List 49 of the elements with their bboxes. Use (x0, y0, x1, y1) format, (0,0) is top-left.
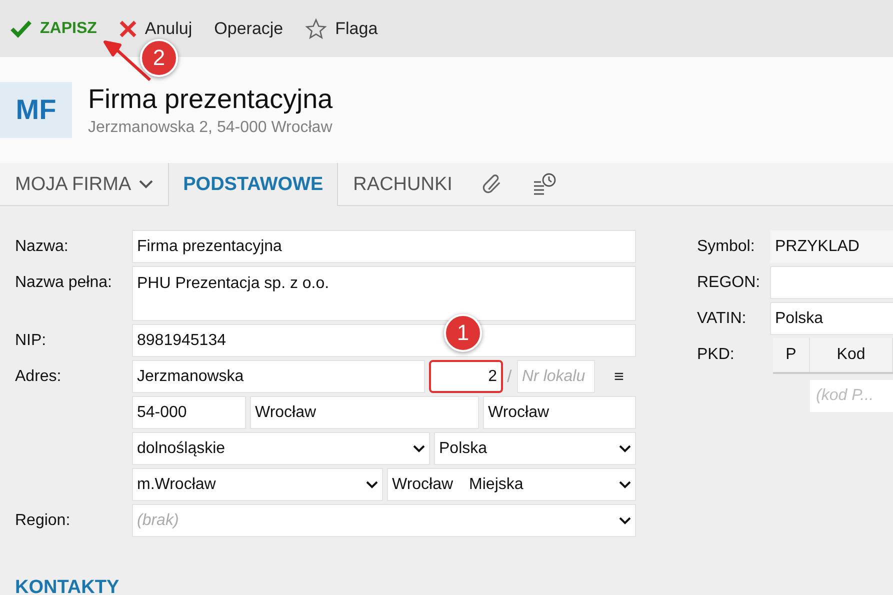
flag-button[interactable]: Flaga (305, 18, 378, 40)
input-field[interactable]: 2 (429, 360, 503, 393)
company-title: Firma prezentacyjna (88, 84, 333, 114)
chevron-down-icon[interactable] (619, 480, 631, 488)
select-field[interactable]: Wrocław Miejska (387, 468, 636, 501)
input-field[interactable]: 54-000 (132, 396, 246, 429)
input-field[interactable]: Firma prezentacyjna (132, 230, 636, 263)
chevron-down-icon (139, 180, 154, 189)
tab[interactable]: RACHUNKI (338, 163, 468, 206)
checkmark-icon (10, 20, 32, 38)
input-field[interactable] (770, 266, 893, 299)
menu-button[interactable]: ≡ (599, 366, 639, 386)
company-address: Jerzmanowska 2, 54-000 Wrocław (88, 118, 333, 136)
select-field[interactable]: m.Wrocław (132, 468, 383, 501)
field-label: Adres: (15, 367, 62, 386)
select-field[interactable]: dolnośląskie (132, 432, 430, 465)
input-field[interactable]: Wrocław (483, 396, 636, 429)
field-label: NIP: (15, 331, 48, 350)
input-field[interactable]: Jerzmanowska (132, 360, 425, 393)
input-field[interactable]: PRZYKLAD (770, 230, 893, 263)
tab[interactable]: MOJA FIRMA (0, 163, 168, 206)
column-header: P (773, 338, 810, 372)
history-icon (532, 171, 558, 197)
section-title: KONTAKTY (14, 576, 120, 595)
field-label: PKD: (697, 345, 736, 364)
star-icon (305, 18, 328, 40)
save-button[interactable]: ZAPISZ (10, 20, 97, 38)
input-field[interactable]: PHU Prezentacja sp. z o.o. (132, 266, 636, 321)
field-label: VATIN: (697, 309, 748, 328)
select-field[interactable]: Polska (434, 432, 636, 465)
tab[interactable]: PODSTAWOWE (168, 163, 338, 206)
field-label: Nazwa: (15, 237, 70, 256)
slash-separator: / (507, 366, 513, 386)
menu-button[interactable]: Operacje (214, 18, 284, 38)
chevron-down-icon[interactable] (619, 444, 631, 452)
input-field[interactable]: Wrocław (250, 396, 479, 429)
field-label: Region: (15, 511, 72, 530)
field-label: Symbol: (697, 237, 756, 256)
column-header: Kod (810, 338, 893, 372)
chevron-down-icon[interactable] (413, 444, 425, 452)
cancel-button[interactable]: Anuluj (118, 18, 192, 38)
field-label: REGON: (697, 273, 762, 292)
annotation-arrow (103, 40, 153, 82)
chevron-down-icon[interactable] (366, 480, 378, 488)
input-field[interactable]: Polska (770, 302, 893, 335)
field-label: Nazwa pełna: (15, 273, 113, 292)
close-icon (118, 20, 137, 38)
company-avatar: MF (0, 82, 72, 138)
chevron-down-icon[interactable] (619, 516, 631, 524)
